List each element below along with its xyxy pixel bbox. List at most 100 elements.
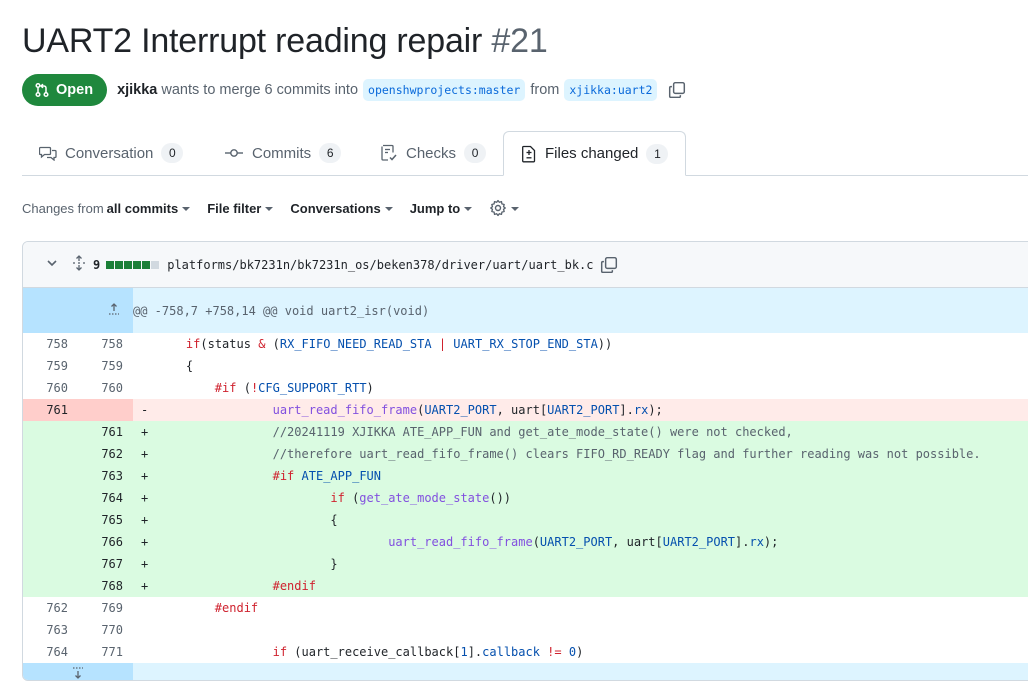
author-link[interactable]: xjikka xyxy=(117,82,157,98)
chevron-down-icon[interactable] xyxy=(45,256,59,273)
old-line-number[interactable]: 761 xyxy=(23,399,78,421)
tab-files-changed-label: Files changed xyxy=(545,145,639,162)
new-line-number[interactable]: 764 xyxy=(78,487,133,509)
tab-commits[interactable]: Commits 6 xyxy=(224,131,342,175)
merge-text: wants to merge 6 commits into xyxy=(161,82,359,98)
old-line-number[interactable] xyxy=(23,465,78,487)
code-line: uart_read_fifo_frame(UART2_PORT, uart[UA… xyxy=(157,399,1028,421)
old-line-number[interactable]: 760 xyxy=(23,377,78,399)
caret-down-icon xyxy=(464,206,473,211)
diff-line-added: 761 + //20241119 XJIKKA ATE_APP_FUN and g… xyxy=(23,421,1028,443)
new-line-number[interactable]: 770 xyxy=(78,619,133,641)
tab-checks-count: 0 xyxy=(464,143,487,163)
diff-line-added: 767 + } xyxy=(23,553,1028,575)
code-line: #endif xyxy=(157,575,1028,597)
code-line: uart_read_fifo_frame(UART2_PORT, uart[UA… xyxy=(157,531,1028,553)
code-line: if(status & (RX_FIFO_NEED_READ_STA | UAR… xyxy=(185,337,613,351)
diff-line-context: 760 760 #if (!CFG_SUPPORT_RTT) xyxy=(23,377,1028,399)
new-line-number[interactable]: 762 xyxy=(78,443,133,465)
file-filter-label: File filter xyxy=(207,200,262,216)
pr-title: UART2 Interrupt reading repair #21 xyxy=(22,22,548,61)
old-line-number[interactable] xyxy=(23,553,78,575)
pr-title-text: UART2 Interrupt reading repair xyxy=(22,22,483,60)
conversations-dropdown[interactable]: Conversations xyxy=(290,201,393,216)
gear-icon xyxy=(490,199,507,217)
tab-conversation-count: 0 xyxy=(161,143,184,163)
tab-commits-label: Commits xyxy=(252,144,312,162)
diff-line-context: 759 759 { xyxy=(23,355,1028,377)
caret-down-icon xyxy=(265,206,274,211)
old-line-number[interactable] xyxy=(23,487,78,509)
file-path[interactable]: platforms/bk7231n/bk7231n_os/beken378/dr… xyxy=(167,258,593,272)
jump-to-dropdown[interactable]: Jump to xyxy=(410,201,473,216)
git-pull-request-icon xyxy=(35,82,49,98)
old-line-number[interactable] xyxy=(23,443,78,465)
code-line: if (uart_receive_callback[1].callback !=… xyxy=(272,645,584,659)
old-line-number[interactable]: 764 xyxy=(23,641,78,663)
new-line-number[interactable]: 760 xyxy=(78,377,133,399)
caret-down-icon xyxy=(511,206,520,211)
tab-commits-count: 6 xyxy=(319,143,342,163)
diff-marker xyxy=(133,355,157,377)
old-line-number[interactable]: 758 xyxy=(23,333,78,355)
caret-down-icon xyxy=(384,206,393,211)
changes-from-label: Changes from xyxy=(22,200,104,216)
code-line xyxy=(157,619,1028,641)
changes-from-dropdown[interactable]: Changes from all commits xyxy=(22,200,191,216)
diff-marker xyxy=(133,619,157,641)
pr-meta: Open xjikka wants to merge 6 commits int… xyxy=(22,74,686,106)
tab-files-changed-count: 1 xyxy=(646,143,669,164)
expand-up-button[interactable] xyxy=(23,288,133,333)
code-line: if (get_ate_mode_state()) xyxy=(157,487,1028,509)
git-commit-icon xyxy=(225,149,243,157)
old-line-number[interactable]: 759 xyxy=(23,355,78,377)
diff-marker xyxy=(133,641,157,663)
expand-down-button[interactable] xyxy=(23,663,133,680)
new-line-number[interactable]: 765 xyxy=(78,509,133,531)
new-line-number[interactable]: 766 xyxy=(78,531,133,553)
old-line-number[interactable] xyxy=(23,575,78,597)
diff-line-added: 762 + //therefore uart_read_fifo_frame() … xyxy=(23,443,1028,465)
diffstat xyxy=(106,260,160,269)
diff-marker xyxy=(133,333,157,355)
new-line-number[interactable] xyxy=(78,399,133,421)
diff-line-deleted: 761 - uart_read_fifo_frame(UART2_PORT, ua… xyxy=(23,399,1028,421)
old-line-number[interactable]: 763 xyxy=(23,619,78,641)
diffstat-square xyxy=(151,260,160,269)
new-line-number[interactable]: 761 xyxy=(78,421,133,443)
diff-marker: + xyxy=(133,421,157,443)
old-line-number[interactable] xyxy=(23,531,78,553)
unfold-icon[interactable] xyxy=(71,255,87,274)
old-line-number[interactable] xyxy=(23,509,78,531)
code-line: } xyxy=(157,553,1028,575)
new-line-number[interactable]: 759 xyxy=(78,355,133,377)
jump-to-label: Jump to xyxy=(409,200,461,216)
new-line-number[interactable]: 769 xyxy=(78,597,133,619)
new-line-number[interactable]: 768 xyxy=(78,575,133,597)
file-filter-dropdown[interactable]: File filter xyxy=(207,200,274,216)
tab-checks[interactable]: Checks 0 xyxy=(380,131,487,175)
tab-conversation[interactable]: Conversation 0 xyxy=(39,131,184,175)
changes-from-value: all commits xyxy=(106,200,179,216)
tab-files-changed[interactable]: Files changed 1 xyxy=(503,131,687,176)
diff-marker: + xyxy=(133,553,157,575)
copy-icon[interactable] xyxy=(668,81,686,99)
head-branch[interactable]: xjikka:uart2 xyxy=(564,79,658,101)
new-line-number[interactable]: 771 xyxy=(78,641,133,663)
diff-table: @@ -758,7 +758,14 @@ void uart2_isr(void… xyxy=(23,288,1028,680)
diff-marker: + xyxy=(133,443,157,465)
new-line-number[interactable]: 758 xyxy=(78,333,133,355)
base-branch[interactable]: openshwprojects:master xyxy=(363,79,526,101)
copy-path-icon[interactable] xyxy=(600,256,618,274)
state-badge: Open xyxy=(22,74,108,106)
new-line-number[interactable]: 767 xyxy=(78,553,133,575)
old-line-number[interactable]: 762 xyxy=(23,597,78,619)
diff-marker: + xyxy=(133,509,157,531)
new-line-number[interactable]: 763 xyxy=(78,465,133,487)
diff-settings-button[interactable] xyxy=(489,199,520,217)
old-line-number[interactable] xyxy=(23,421,78,443)
diff-line-context: 763 770 xyxy=(23,619,1028,641)
code-line: #if ATE_APP_FUN xyxy=(157,465,1028,487)
diffstat-square xyxy=(142,260,151,269)
from-text: from xyxy=(530,82,560,98)
